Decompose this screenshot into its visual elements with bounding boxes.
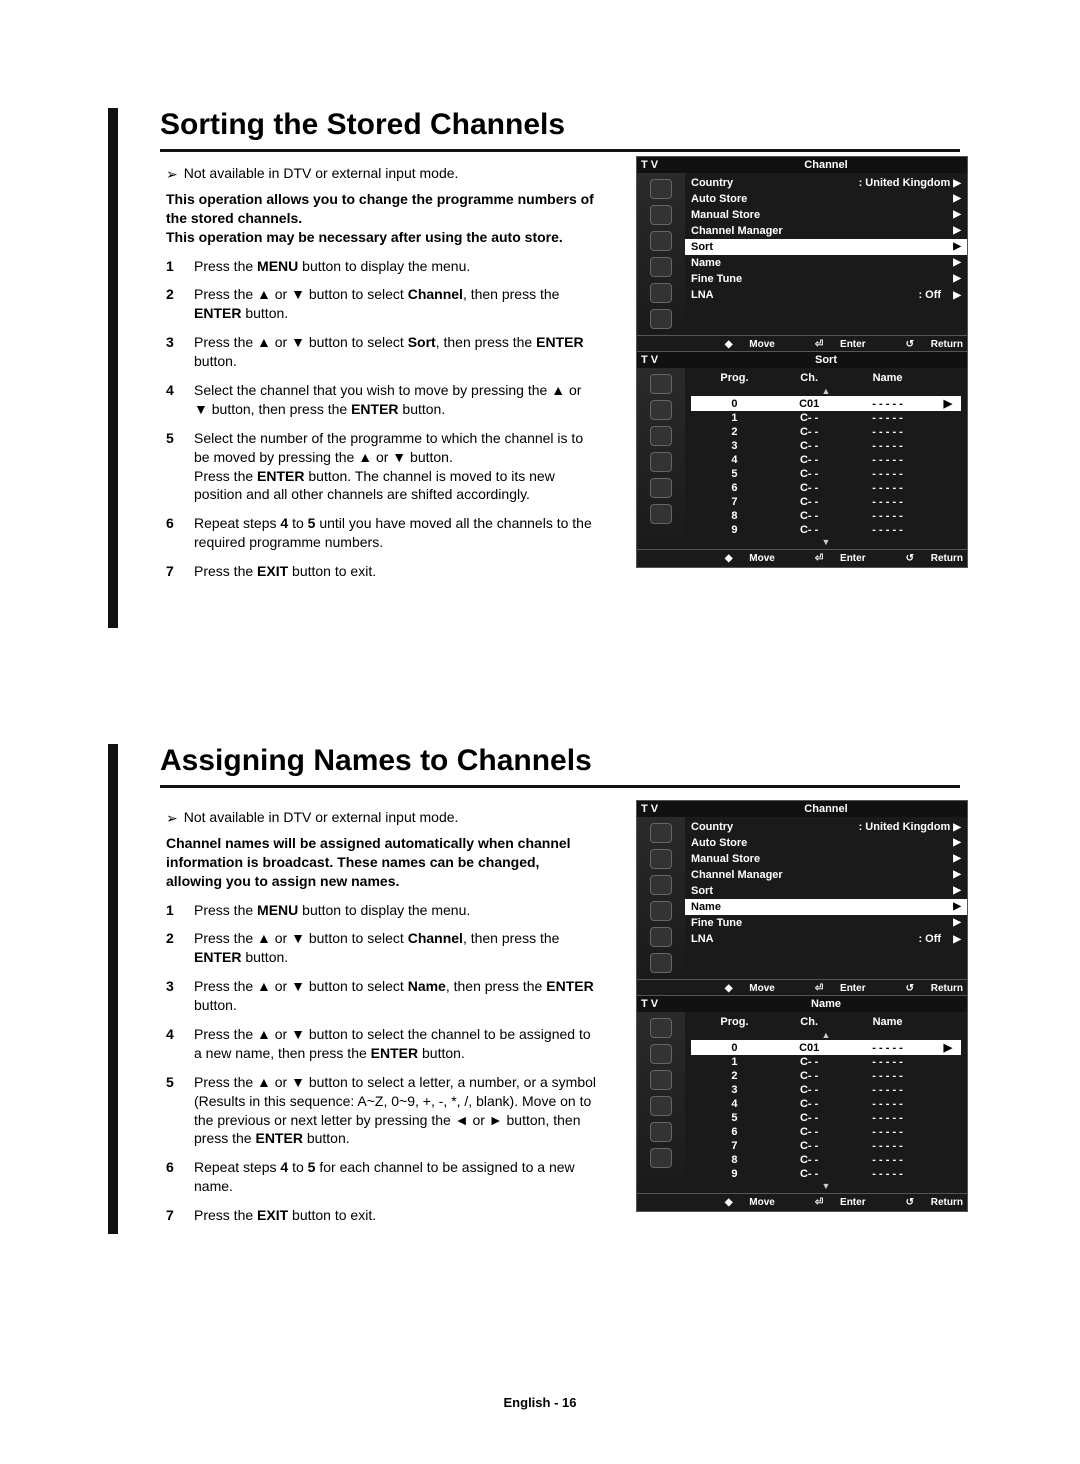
step-item: 7Press the EXIT button to exit. [166,1206,598,1225]
section-accent-bar [108,108,118,628]
step-item: 5Select the number of the programme to w… [166,429,598,505]
note-text: Not available in DTV or external input m… [184,808,459,828]
osd-hint-return: ↺ Return [892,339,963,350]
osd-title: Channel [689,159,963,171]
section-title-sorting: Sorting the Stored Channels [160,108,960,148]
step-item: 2Press the ▲ or ▼ button to select Chann… [166,285,598,323]
step-item: 4Press the ▲ or ▼ button to select the c… [166,1025,598,1063]
osd-selected-name: Name▶ [685,899,967,915]
note-icon: ➢ [166,808,178,828]
osd-icon-column [637,173,685,335]
note-text: Not available in DTV or external input m… [184,164,459,184]
osd-selected-sort: Sort▶ [685,239,967,255]
sorting-steps: 1Press the MENU button to display the me… [166,257,598,581]
osd-channel-menu-sort: T V Channel Country: United Kingdom ▶ Au… [636,156,968,354]
step-item: 2Press the ▲ or ▼ button to select Chann… [166,929,598,967]
step-item: 3Press the ▲ or ▼ button to select Sort,… [166,333,598,371]
osd-tv-label: T V [641,159,689,171]
osd-sort-grid: Prog.Ch.Name▲0C01- - - - -▶1C- -- - - - … [691,370,961,547]
osd-name-table: T V Name Prog.Ch.Name▲0C01- - - - -▶1C- … [636,995,968,1212]
osd-channel-menu-name: T V Channel Country: United Kingdom ▶ Au… [636,800,968,998]
section-intro: Channel names will be assigned automatic… [166,834,598,891]
step-item: 6Repeat steps 4 to 5 for each channel to… [166,1158,598,1196]
note-icon: ➢ [166,164,178,184]
osd-hint-enter: ⏎ Enter [801,339,866,350]
osd-sort-table: T V Sort Prog.Ch.Name▲0C01- - - - -▶1C- … [636,351,968,568]
step-item: 1Press the MENU button to display the me… [166,257,598,276]
page-footer: English - 16 [0,1395,1080,1410]
naming-steps: 1Press the MENU button to display the me… [166,901,598,1225]
step-item: 6Repeat steps 4 to 5 until you have move… [166,514,598,552]
osd-name-grid: Prog.Ch.Name▲0C01- - - - -▶1C- -- - - - … [691,1014,961,1191]
step-item: 7Press the EXIT button to exit. [166,562,598,581]
step-item: 3Press the ▲ or ▼ button to select Name,… [166,977,598,1015]
osd-hint-move: ◆ Move [697,339,775,350]
step-item: 5Press the ▲ or ▼ button to select a let… [166,1073,598,1149]
step-item: 1Press the MENU button to display the me… [166,901,598,920]
section-accent-bar [108,744,118,1234]
section-intro: This operation allows you to change the … [166,190,598,247]
step-item: 4Select the channel that you wish to mov… [166,381,598,419]
section-title-naming: Assigning Names to Channels [160,744,960,784]
